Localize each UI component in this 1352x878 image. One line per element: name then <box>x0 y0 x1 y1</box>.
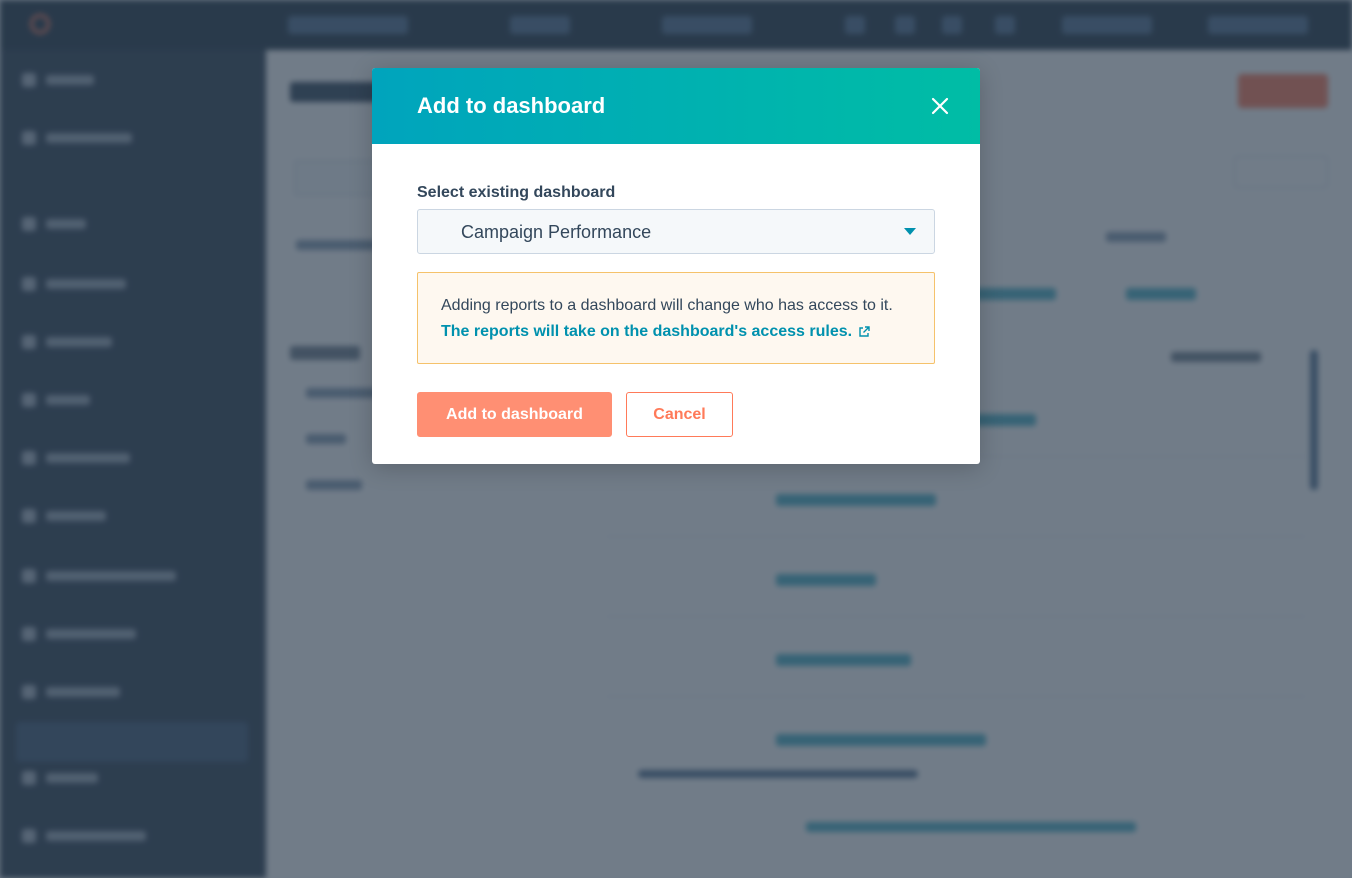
dashboard-select-label: Select existing dashboard <box>417 184 616 201</box>
selected-dashboard-value: Campaign Performance <box>461 222 652 242</box>
access-rules-link-text: The reports will take on the dashboard's… <box>441 323 853 340</box>
dashboard-select[interactable]: Campaign Performance <box>417 209 935 254</box>
alert-message: Adding reports to a dashboard will chang… <box>441 297 893 314</box>
dialog-title: Add to dashboard <box>417 93 606 118</box>
caret-down-icon <box>904 228 916 235</box>
cancel-button[interactable]: Cancel <box>626 392 733 437</box>
access-warning-alert: Adding reports to a dashboard will chang… <box>417 272 935 364</box>
external-link-icon <box>859 326 870 337</box>
add-to-dashboard-button[interactable]: Add to dashboard <box>417 392 612 437</box>
close-button[interactable] <box>925 91 955 121</box>
close-icon <box>931 97 949 115</box>
access-rules-link[interactable]: The reports will take on the dashboard's… <box>441 323 870 341</box>
dialog-header: Add to dashboard <box>372 68 980 144</box>
add-to-dashboard-dialog: Add to dashboard Select existing dashboa… <box>372 68 980 464</box>
